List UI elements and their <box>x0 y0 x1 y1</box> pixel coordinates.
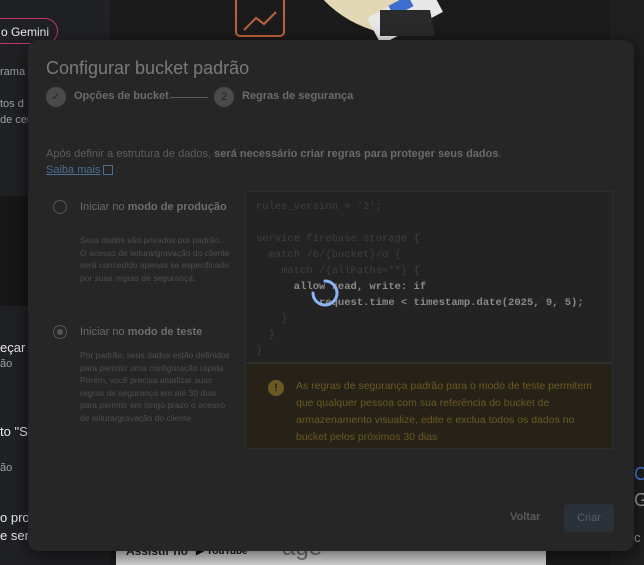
option-title: Iniciar no modo de teste <box>80 326 203 338</box>
bg-snippet: eçar <box>0 340 26 355</box>
bg-snippet: ão <box>0 358 13 370</box>
partial-glyph-icon: G <box>634 490 644 510</box>
bg-snippet: ão <box>0 462 13 474</box>
rules-code-block: rules_version = '2'; service firebase.st… <box>245 191 613 363</box>
test-mode-option[interactable]: Iniciar no modo de teste Por padrão, seu… <box>53 325 233 455</box>
code-line: } <box>256 345 263 357</box>
configure-bucket-dialog: Configurar bucket padrão ✓ Opções de buc… <box>28 40 634 551</box>
code-line: service firebase.storage { <box>256 233 420 245</box>
intro-text: Após definir a estrutura de dados, será … <box>46 148 502 160</box>
test-mode-warning: ! As regras de segurança padrão para o m… <box>245 363 613 449</box>
option-title: Iniciar no modo de produção <box>80 201 227 213</box>
step-done-check-icon: ✓ <box>46 87 66 107</box>
bg-snippet: tos d <box>0 98 24 110</box>
step-number-2: 2 <box>214 87 234 107</box>
production-mode-option[interactable]: Iniciar no modo de produção Seus dados s… <box>53 200 233 310</box>
bg-snippet: to "S <box>0 424 28 439</box>
bg-snippet: o pro <box>0 510 30 525</box>
code-line: } <box>256 329 275 341</box>
option-description: Por padrão, seus dados estão definidos p… <box>80 350 230 423</box>
partial-text-icon: c <box>634 530 641 545</box>
storage-illustration <box>235 0 443 40</box>
create-button[interactable]: Criar <box>564 504 614 532</box>
learn-more-link[interactable]: Saiba mais <box>46 164 114 176</box>
step-connector <box>170 97 208 98</box>
test-mode-radio[interactable] <box>53 325 67 339</box>
code-line: request.time < timestamp.date(2025, 9, 5… <box>256 297 584 309</box>
code-line: rules_version = '2'; <box>256 201 383 213</box>
bg-snippet: e ser <box>0 528 29 543</box>
stepper: ✓ Opções de bucket 2 Regras de segurança <box>46 87 446 109</box>
production-mode-radio[interactable] <box>53 200 67 214</box>
loading-spinner-icon <box>311 279 339 307</box>
option-description: Seus dados são privados por padrão. O ac… <box>80 235 230 283</box>
step-label-security-rules: Regras de segurança <box>242 90 354 102</box>
code-line: match /b/{bucket}/o { <box>256 249 401 261</box>
warning-text: As regras de segurança padrão para o mod… <box>296 380 592 443</box>
dialog-title: Configurar bucket padrão <box>46 58 250 78</box>
step-label-bucket-options: Opções de bucket <box>74 90 169 102</box>
code-line: } <box>256 313 288 325</box>
external-link-icon <box>103 165 114 176</box>
back-button[interactable]: Voltar <box>504 510 546 524</box>
partial-logo-icon: C <box>634 464 644 484</box>
warning-icon: ! <box>268 380 284 396</box>
